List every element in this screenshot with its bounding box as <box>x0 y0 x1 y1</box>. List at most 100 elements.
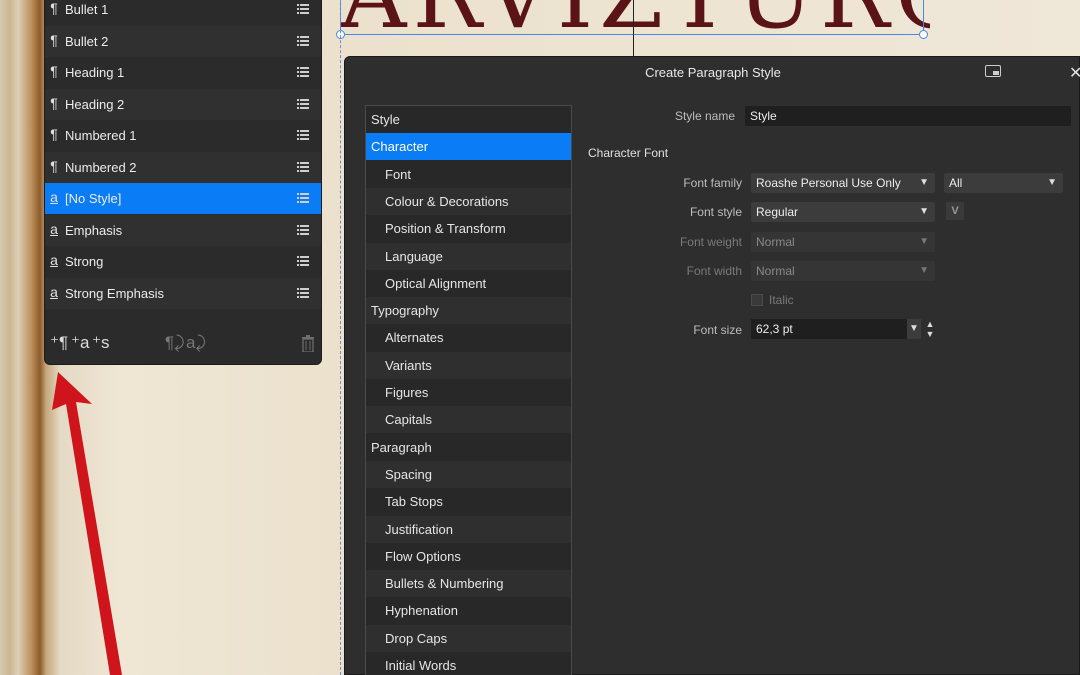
category-list: Style Character Font Colour & Decorations Po… <box>365 105 572 675</box>
category-item[interactable]: Tab Stops <box>366 488 571 515</box>
character-style-icon: a <box>50 283 58 300</box>
chevron-down-icon: ▼ <box>919 206 929 217</box>
font-size-stepper[interactable]: ▲ ▼ <box>925 319 935 339</box>
style-item-label: Strong <box>65 254 104 269</box>
style-item-label: Bullet 2 <box>65 33 109 49</box>
font-width-label: Font width <box>686 264 742 278</box>
font-size-dropdown[interactable]: ▼ <box>907 319 921 339</box>
font-weight-label: Font weight <box>679 235 742 249</box>
font-width-select[interactable]: Normal ▼ <box>751 261 935 281</box>
list-menu-icon[interactable] <box>297 223 309 235</box>
category-item[interactable]: Font <box>366 161 571 188</box>
font-family-label: Font family <box>683 176 742 190</box>
chevron-down-icon: ▼ <box>919 236 929 247</box>
style-item[interactable]: a [No Style] <box>45 183 321 214</box>
paragraph-style-icon: ¶ <box>50 0 58 16</box>
category-item[interactable]: Drop Caps <box>366 624 571 652</box>
styles-panel-footer: ⁺¶ ⁺a ⁺s ¶⤸ a⤸ <box>45 333 321 363</box>
selection-box[interactable] <box>336 0 928 39</box>
style-item-label: Bullet 1 <box>65 2 109 17</box>
style-item[interactable]: ¶ Heading 2 <box>45 88 321 120</box>
style-name-input[interactable]: Style <box>745 106 1071 126</box>
font-family-select[interactable]: Roashe Personal Use Only ▼ <box>751 173 935 193</box>
list-menu-icon[interactable] <box>297 254 309 266</box>
style-item[interactable]: a Strong <box>45 246 321 277</box>
category-item[interactable]: Paragraph <box>366 434 571 461</box>
category-item[interactable]: Character <box>366 133 571 161</box>
dock-panel-icon[interactable] <box>985 65 1001 77</box>
font-width-value: Normal <box>756 264 795 278</box>
category-item[interactable]: Capitals <box>366 406 571 434</box>
paragraph-style-icon: ¶ <box>50 126 58 142</box>
list-menu-icon[interactable] <box>297 2 309 14</box>
apply-paragraph-style-button[interactable]: ¶⤸ <box>165 333 184 357</box>
category-item[interactable]: Spacing <box>366 460 571 488</box>
font-variations-icon[interactable]: V <box>946 202 964 220</box>
chevron-down-icon: ▼ <box>1047 177 1057 188</box>
create-paragraph-style-dialog: Create Paragraph Style ✕ Style Character F… <box>344 56 1080 675</box>
list-menu-icon[interactable] <box>297 191 309 203</box>
paragraph-style-icon: ¶ <box>50 31 58 48</box>
category-item[interactable]: Figures <box>366 379 571 406</box>
category-item[interactable]: Flow Options <box>366 543 571 570</box>
apply-character-style-button[interactable]: a⤸ <box>186 333 206 357</box>
style-item[interactable]: ¶ Numbered 1 <box>45 120 321 151</box>
font-collection-select[interactable]: All ▼ <box>944 173 1063 193</box>
trash-icon[interactable] <box>301 335 315 359</box>
style-item-label: Heading 2 <box>65 96 125 112</box>
category-item[interactable]: Style <box>366 106 571 133</box>
guide-line <box>633 0 634 58</box>
list-menu-icon[interactable] <box>297 34 309 46</box>
category-item[interactable]: Justification <box>366 515 571 543</box>
new-group-button[interactable]: ⁺s <box>92 333 109 357</box>
font-collection-value: All <box>949 176 963 190</box>
new-paragraph-style-button[interactable]: ⁺¶ <box>50 333 68 357</box>
dialog-title: Create Paragraph Style <box>645 65 781 80</box>
selection-handle[interactable] <box>919 30 928 39</box>
paragraph-style-icon: ¶ <box>50 94 58 111</box>
style-item[interactable]: a Emphasis <box>45 214 321 246</box>
style-name-label: Style name <box>674 109 735 123</box>
category-item[interactable]: Typography <box>366 297 571 325</box>
category-item[interactable]: Colour & Decorations <box>366 187 571 215</box>
style-item[interactable]: a Strong Emphasis <box>45 277 321 309</box>
style-item-label: [No Style] <box>65 191 122 206</box>
font-family-value: Roashe Personal Use Only <box>756 176 901 190</box>
page-margin-guide <box>340 0 341 675</box>
style-item[interactable]: ¶ Bullet 2 <box>45 25 321 57</box>
category-item[interactable]: Optical Alignment <box>366 270 571 297</box>
category-item[interactable]: Bullets & Numbering <box>366 570 571 598</box>
character-style-icon: a <box>50 220 58 237</box>
style-item-label: Numbered 1 <box>65 128 137 143</box>
text-styles-panel: ¶ Bullet 1 ¶ Bullet 2 ¶ Heading 1 ¶ Heading 2 ¶ N… <box>44 0 322 365</box>
category-item[interactable]: Alternates <box>366 324 571 351</box>
new-character-style-button[interactable]: ⁺a <box>71 333 89 357</box>
list-menu-icon[interactable] <box>297 65 309 77</box>
style-item[interactable]: ¶ Bullet 1 <box>45 0 321 25</box>
font-style-select[interactable]: Regular ▼ <box>751 202 935 222</box>
red-arrow-annotation <box>52 372 122 675</box>
font-weight-value: Normal <box>756 235 795 249</box>
list-menu-icon[interactable] <box>297 286 309 298</box>
paragraph-style-icon: ¶ <box>50 63 58 79</box>
font-size-input[interactable]: 62,3 pt <box>751 319 907 339</box>
category-item[interactable]: Initial Words <box>366 652 571 675</box>
style-item[interactable]: ¶ Numbered 2 <box>45 151 321 183</box>
category-item[interactable]: Language <box>366 242 571 270</box>
style-item[interactable]: ¶ Heading 1 <box>45 57 321 88</box>
list-menu-icon[interactable] <box>297 97 309 109</box>
category-item[interactable]: Variants <box>366 351 571 379</box>
chevron-down-icon: ▼ <box>919 177 929 188</box>
list-menu-icon[interactable] <box>297 128 309 140</box>
italic-checkbox[interactable] <box>751 294 763 306</box>
close-icon[interactable]: ✕ <box>1069 63 1080 83</box>
category-item[interactable]: Position & Transform <box>366 215 571 242</box>
character-style-icon: a <box>50 189 58 205</box>
list-menu-icon[interactable] <box>297 160 309 172</box>
category-item[interactable]: Hyphenation <box>366 597 571 624</box>
font-size-label: Font size <box>693 323 742 337</box>
paragraph-style-icon: ¶ <box>50 157 58 174</box>
style-item-label: Heading 1 <box>65 65 125 80</box>
character-style-icon: a <box>50 252 58 268</box>
font-weight-select[interactable]: Normal ▼ <box>751 232 935 252</box>
